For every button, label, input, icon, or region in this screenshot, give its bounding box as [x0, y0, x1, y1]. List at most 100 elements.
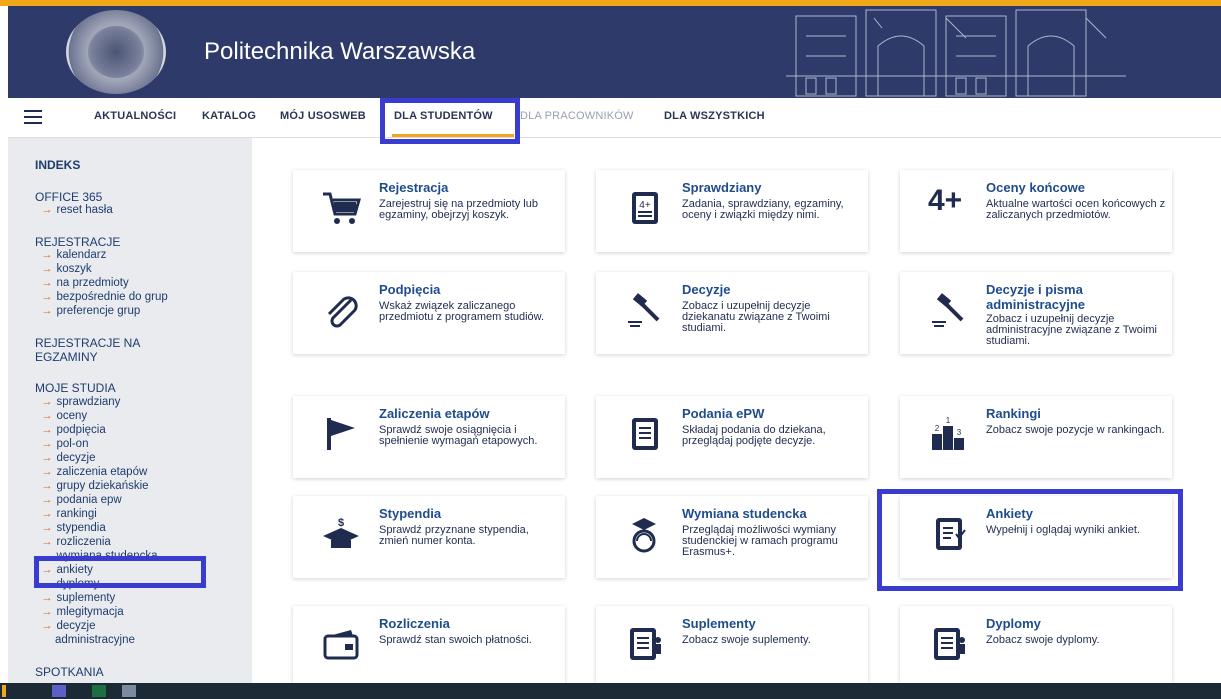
card-title[interactable]: Suplementy: [682, 616, 756, 631]
sidebar-heading-rejestracje-egz-2[interactable]: EGZAMINY: [35, 350, 98, 364]
sidebar-link[interactable]: → suplementy: [41, 592, 115, 604]
card-description: Zadania, sprawdziany, egzaminy, oceny i …: [682, 198, 844, 221]
grade-icon: 4+: [928, 184, 963, 217]
podium-icon: 213: [932, 416, 964, 450]
sidebar-link[interactable]: → na przedmioty: [41, 277, 129, 289]
gavel-icon: [932, 293, 964, 327]
card-dyplomy[interactable]: Dyplomy Zobacz swoje dyplomy.: [900, 606, 1172, 683]
university-logo[interactable]: [66, 10, 166, 94]
sidebar-heading-office[interactable]: OFFICE 365: [35, 190, 102, 204]
sidebar-link[interactable]: → podania epw: [41, 494, 122, 506]
sidebar-link[interactable]: → decyzje: [41, 452, 96, 464]
sidebar: INDEKS OFFICE 365 → reset hasła REJESTRAC…: [8, 138, 252, 683]
card-title[interactable]: Wymiana studencka: [682, 506, 807, 521]
taskbar-start-icon[interactable]: [2, 685, 6, 697]
sidebar-link[interactable]: → rozliczenia: [41, 536, 111, 548]
card-description: Zobacz i uzupełnij decyzje dziekanatu zw…: [682, 300, 830, 334]
excel-icon[interactable]: [92, 685, 106, 697]
sidebar-link[interactable]: → reset hasła: [41, 204, 113, 216]
card-oceny-koncowe[interactable]: 4+ Oceny końcowe Aktualne wartości ocen …: [900, 170, 1172, 252]
sidebar-link[interactable]: → zaliczenia etapów: [41, 466, 147, 478]
sidebar-link[interactable]: → oceny: [41, 410, 87, 422]
sidebar-link[interactable]: → grupy dziekańskie: [41, 480, 149, 492]
card-description: Składaj podania do dziekana, przeglądaj …: [682, 424, 826, 447]
card-description: Zobacz swoje dyplomy.: [986, 634, 1100, 646]
sidebar-link[interactable]: → preferencje grup: [41, 305, 140, 317]
cart-icon: [323, 192, 361, 224]
card-title[interactable]: Zaliczenia etapów: [379, 406, 490, 421]
svg-text:$: $: [338, 517, 344, 529]
sidebar-link[interactable]: → rankingi: [41, 508, 97, 520]
card-description: Aktualne wartości ocen końcowych z zalic…: [986, 198, 1166, 221]
card-description: Zobacz swoje suplementy.: [682, 634, 811, 646]
card-rejestracja[interactable]: Rejestracja Zarejestruj się na przedmiot…: [293, 170, 565, 252]
card-stypendia[interactable]: $ Stypendia Sprawdź przyznane stypendia,…: [293, 496, 565, 578]
sidebar-link[interactable]: → mlegitymacja: [41, 606, 124, 618]
diploma-icon: [934, 628, 965, 660]
card-title[interactable]: Dyplomy: [986, 616, 1041, 631]
card-description: Sprawdź swoje osiągnięcia i spełnienie w…: [379, 424, 538, 447]
document-icon: [632, 418, 658, 450]
scholarship-icon: $: [323, 517, 359, 548]
card-description: Zobacz i uzupełnij decyzje administracyj…: [986, 313, 1157, 347]
card-description: Sprawdź przyznane stypendia, zmień numer…: [379, 524, 529, 547]
test-icon: 4+: [632, 192, 658, 224]
card-title[interactable]: Rejestracja: [379, 180, 448, 195]
highlight-box-nav: [380, 98, 520, 144]
highlight-box-ankiety-card: [877, 489, 1183, 591]
card-suplementy[interactable]: Suplementy Zobacz swoje suplementy.: [596, 606, 868, 683]
sidebar-link[interactable]: → stypendia: [41, 522, 106, 534]
menu-icon[interactable]: [24, 110, 42, 124]
card-title[interactable]: Rozliczenia: [379, 616, 450, 631]
nav-moj-usosweb[interactable]: MÓJ USOSWEB: [280, 110, 366, 122]
building-illustration: [786, 9, 1126, 97]
card-podania-epw[interactable]: Podania ePW Składaj podania do dziekana,…: [596, 396, 868, 478]
card-rankingi[interactable]: 213 Rankingi Zobacz swoje pozycje w rank…: [900, 396, 1172, 478]
paperclip-icon: [327, 296, 358, 328]
teams-icon[interactable]: [52, 685, 66, 697]
card-wymiana-studencka[interactable]: Wymiana studencka Przeglądaj możliwości …: [596, 496, 868, 578]
nav-aktualnosci[interactable]: AKTUALNOŚCI: [94, 110, 176, 122]
card-decyzje-i-pisma[interactable]: Decyzje i pisma administracyjne Zobacz i…: [900, 272, 1172, 354]
card-description: Zobacz swoje pozycje w rankingach.: [986, 424, 1165, 436]
nav-katalog[interactable]: KATALOG: [202, 110, 256, 122]
sidebar-link[interactable]: → decyzje: [41, 620, 96, 632]
sidebar-link[interactable]: → koszyk: [41, 263, 92, 275]
sidebar-heading-rejestracje-egz[interactable]: REJESTRACJE NA: [35, 336, 140, 350]
sidebar-link-continuation[interactable]: administracyjne: [55, 634, 135, 646]
sidebar-link[interactable]: → sprawdziany: [41, 396, 120, 408]
app-icon[interactable]: [122, 685, 136, 697]
card-title[interactable]: Stypendia: [379, 506, 441, 521]
card-zaliczenia-etapow[interactable]: Zaliczenia etapów Sprawdź swoje osiągnię…: [293, 396, 565, 478]
sidebar-link[interactable]: → kalendarz: [41, 249, 106, 261]
card-title[interactable]: Podpięcia: [379, 282, 440, 297]
svg-text:1: 1: [946, 416, 951, 425]
card-description: Przeglądaj możliwości wymiany studenckie…: [682, 524, 838, 558]
card-rozliczenia[interactable]: Rozliczenia Sprawdź stan swoich płatnośc…: [293, 606, 565, 683]
card-title[interactable]: Rankingi: [986, 406, 1041, 421]
nav-dla-pracownikow[interactable]: DLA PRACOWNIKÓW: [520, 110, 634, 122]
card-podpiecia[interactable]: Podpięcia Wskaż związek zaliczanego prze…: [293, 272, 565, 354]
sidebar-heading-indeks[interactable]: INDEKS: [35, 158, 80, 172]
flag-icon: [327, 418, 355, 450]
sidebar-link[interactable]: → podpięcia: [41, 424, 106, 436]
wallet-icon: [323, 630, 359, 660]
card-title[interactable]: Decyzje: [682, 282, 730, 297]
highlight-box-ankiety: [34, 556, 206, 588]
exchange-icon: [632, 518, 656, 553]
sidebar-heading-spotkania[interactable]: SPOTKANIA: [35, 665, 104, 679]
svg-text:3: 3: [957, 428, 962, 437]
sidebar-link[interactable]: → pol-on: [41, 438, 88, 450]
sidebar-link[interactable]: → bezpośrednie do grup: [41, 291, 168, 303]
card-description: Wskaż związek zaliczanego przedmiotu z p…: [379, 300, 545, 323]
site-title[interactable]: Politechnika Warszawska: [204, 38, 475, 66]
sidebar-heading-rejestracje[interactable]: REJESTRACJE: [35, 235, 120, 249]
sidebar-heading-moje-studia[interactable]: MOJE STUDIA: [35, 381, 116, 395]
card-title[interactable]: Decyzje i pisma administracyjne: [986, 282, 1166, 312]
card-sprawdziany[interactable]: 4+ Sprawdziany Zadania, sprawdziany, egz…: [596, 170, 868, 252]
card-decyzje[interactable]: Decyzje Zobacz i uzupełnij decyzje dziek…: [596, 272, 868, 354]
card-title[interactable]: Sprawdziany: [682, 180, 761, 195]
card-title[interactable]: Oceny końcowe: [986, 180, 1085, 195]
nav-dla-wszystkich[interactable]: DLA WSZYSTKICH: [664, 110, 765, 122]
card-title[interactable]: Podania ePW: [682, 406, 764, 421]
